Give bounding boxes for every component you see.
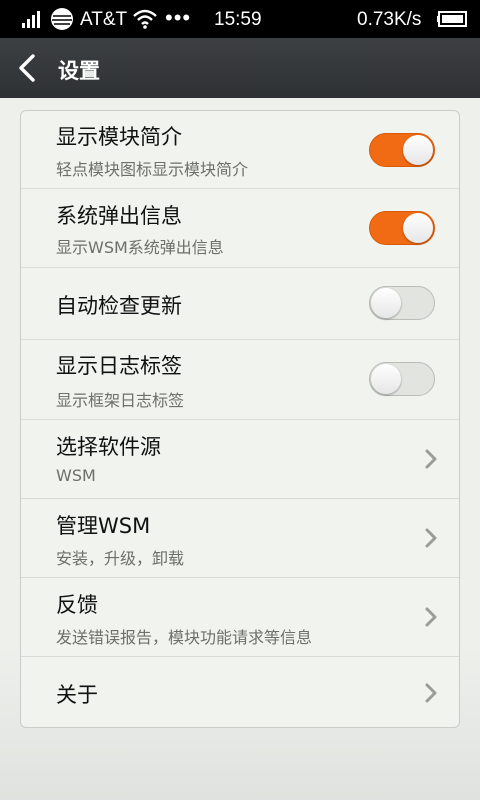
notification-dots: ••• — [165, 5, 192, 30]
setting-manage-wsm[interactable]: 管理WSM 安装，升级，卸载 — [21, 499, 459, 578]
network-speed: 0.73K/s — [357, 9, 422, 30]
setting-title: 显示日志标签 — [56, 354, 182, 378]
toggle-knob — [371, 288, 401, 318]
setting-subtitle: 发送错误报告，模块功能请求等信息 — [56, 628, 313, 647]
setting-subtitle: 安装，升级，卸载 — [56, 549, 185, 568]
setting-select-source[interactable]: 选择软件源 WSM — [21, 420, 459, 499]
setting-auto-update[interactable]: 自动检查更新 — [21, 268, 459, 340]
setting-system-popup[interactable]: 系统弹出信息 显示WSM系统弹出信息 — [21, 189, 459, 268]
setting-title: 显示模块简介 — [56, 125, 182, 149]
back-button[interactable] — [0, 38, 52, 98]
setting-title: 反馈 — [56, 593, 98, 617]
chevron-right-icon — [425, 607, 437, 627]
page-title: 设置 — [58, 59, 100, 83]
setting-subtitle: 显示框架日志标签 — [56, 391, 185, 410]
att-logo-icon — [51, 8, 73, 30]
chevron-right-icon — [425, 528, 437, 548]
toggle-knob — [403, 135, 433, 165]
toggle-knob — [403, 213, 433, 243]
setting-subtitle: 显示WSM系统弹出信息 — [56, 238, 224, 257]
setting-subtitle: 轻点模块图标显示模块简介 — [56, 160, 249, 179]
back-arrow-icon — [19, 54, 35, 82]
settings-list: 显示模块简介 轻点模块图标显示模块简介 系统弹出信息 显示WSM系统弹出信息 自… — [20, 110, 460, 728]
battery-icon — [437, 11, 467, 27]
action-bar: 设置 — [0, 38, 480, 98]
toggle-knob — [371, 364, 401, 394]
status-time: 15:59 — [214, 9, 262, 30]
carrier-name: AT&T — [80, 9, 128, 30]
wifi-icon — [133, 9, 157, 29]
status-bar: AT&T ••• 15:59 0.73K/s — [0, 0, 480, 38]
setting-subtitle: WSM — [56, 466, 96, 485]
setting-about[interactable]: 关于 — [21, 657, 459, 727]
setting-show-log-tag[interactable]: 显示日志标签 显示框架日志标签 — [21, 340, 459, 420]
show-log-tag-toggle[interactable] — [369, 362, 435, 396]
show-module-intro-toggle[interactable] — [369, 133, 435, 167]
setting-feedback[interactable]: 反馈 发送错误报告，模块功能请求等信息 — [21, 578, 459, 657]
setting-title: 系统弹出信息 — [56, 204, 182, 228]
setting-title: 选择软件源 — [56, 435, 161, 459]
chevron-right-icon — [425, 683, 437, 703]
chevron-right-icon — [425, 449, 437, 469]
signal-icon — [22, 11, 40, 28]
setting-title: 管理WSM — [56, 514, 151, 538]
setting-title: 自动检查更新 — [56, 294, 182, 318]
setting-title: 关于 — [56, 683, 98, 707]
system-popup-toggle[interactable] — [369, 211, 435, 245]
setting-show-module-intro[interactable]: 显示模块简介 轻点模块图标显示模块简介 — [21, 111, 459, 189]
auto-update-toggle[interactable] — [369, 286, 435, 320]
